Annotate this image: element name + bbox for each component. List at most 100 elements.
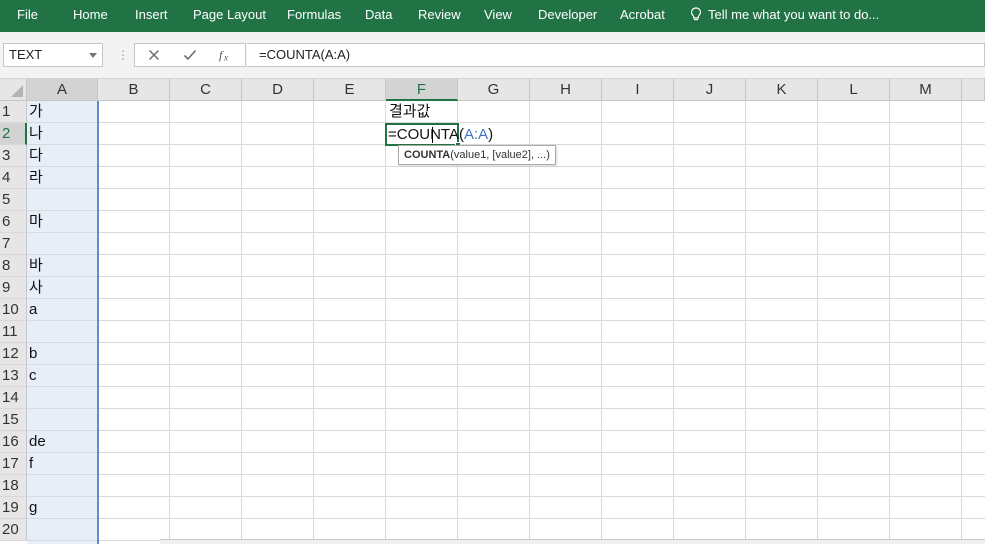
row-header-2[interactable]: 2 bbox=[0, 123, 27, 145]
cell-a12[interactable]: b bbox=[29, 343, 37, 365]
row-gridline bbox=[27, 386, 985, 387]
row-gridline bbox=[27, 364, 985, 365]
row-header-5[interactable]: 5 bbox=[0, 189, 27, 211]
formula-prefix: =COUNTA( bbox=[388, 126, 464, 143]
cell-a9[interactable]: 사 bbox=[29, 277, 43, 299]
row-header-11[interactable]: 11 bbox=[0, 321, 27, 343]
insert-function-button[interactable]: f x bbox=[211, 44, 241, 66]
horizontal-scrollbar[interactable] bbox=[160, 539, 985, 544]
column-gridline bbox=[745, 101, 746, 544]
cell-a3[interactable]: 다 bbox=[29, 145, 43, 167]
row-header-18[interactable]: 18 bbox=[0, 475, 27, 497]
row-header-15[interactable]: 15 bbox=[0, 409, 27, 431]
column-header-j[interactable]: J bbox=[674, 79, 746, 101]
cell-f1[interactable]: 결과값 bbox=[389, 101, 430, 123]
tab-review[interactable]: Review bbox=[418, 0, 461, 32]
name-box-value: TEXT bbox=[9, 47, 43, 62]
formula-bar: TEXT ⋮ f x =COUNTA(A:A) bbox=[0, 32, 985, 79]
column-gridline bbox=[241, 101, 242, 544]
row-header-10[interactable]: 10 bbox=[0, 299, 27, 321]
function-icon: f x bbox=[219, 48, 228, 62]
column-header-b[interactable]: B bbox=[98, 79, 170, 101]
formula-reference: A:A bbox=[463, 126, 489, 143]
row-header-8[interactable]: 8 bbox=[0, 255, 27, 277]
cell-a13[interactable]: c bbox=[29, 365, 37, 387]
column-header-a[interactable]: A bbox=[27, 79, 98, 101]
column-gridline bbox=[601, 101, 602, 544]
cell-edit-text[interactable]: =COUNTA(A:A) bbox=[388, 124, 493, 146]
column-header-g[interactable]: G bbox=[458, 79, 530, 101]
row-gridline bbox=[27, 210, 985, 211]
row-gridline bbox=[27, 408, 985, 409]
row-gridline bbox=[27, 122, 985, 123]
row-header-4[interactable]: 4 bbox=[0, 167, 27, 189]
row-header-12[interactable]: 12 bbox=[0, 343, 27, 365]
tab-home[interactable]: Home bbox=[73, 0, 108, 32]
tab-acrobat[interactable]: Acrobat bbox=[620, 0, 665, 32]
enter-button[interactable] bbox=[175, 44, 205, 66]
tab-view[interactable]: View bbox=[484, 0, 512, 32]
cancel-button[interactable] bbox=[139, 44, 169, 66]
cell-a4[interactable]: 라 bbox=[29, 167, 43, 189]
tab-data[interactable]: Data bbox=[365, 0, 392, 32]
row-header-17[interactable]: 17 bbox=[0, 453, 27, 475]
cell-a10[interactable]: a bbox=[29, 299, 37, 321]
row-header-3[interactable]: 3 bbox=[0, 145, 27, 167]
row-header-16[interactable]: 16 bbox=[0, 431, 27, 453]
column-header-d[interactable]: D bbox=[242, 79, 314, 101]
tab-page-layout[interactable]: Page Layout bbox=[193, 0, 266, 32]
formula-input[interactable]: =COUNTA(A:A) bbox=[247, 43, 985, 67]
column-header-filler bbox=[962, 79, 985, 101]
tell-me-box[interactable]: Tell me what you want to do... bbox=[690, 0, 879, 32]
row-gridline bbox=[27, 166, 985, 167]
row-gridline bbox=[27, 474, 985, 475]
row-header-19[interactable]: 19 bbox=[0, 497, 27, 519]
row-header-9[interactable]: 9 bbox=[0, 277, 27, 299]
row-gridline bbox=[27, 276, 985, 277]
column-header-h[interactable]: H bbox=[530, 79, 602, 101]
chevron-down-icon[interactable] bbox=[89, 53, 97, 58]
enter-icon bbox=[183, 49, 197, 61]
column-gridline bbox=[457, 101, 458, 544]
cell-a19[interactable]: g bbox=[29, 497, 37, 519]
cell-a8[interactable]: 바 bbox=[29, 255, 43, 277]
column-header-m[interactable]: M bbox=[890, 79, 962, 101]
formula-suffix: ) bbox=[488, 126, 494, 143]
worksheet-grid[interactable]: A B C D E F G H I J K L M 1 2 3 4 5 6 7 8 9 10 11 12 13 14 15 16 17 18… bbox=[0, 79, 985, 544]
tab-developer[interactable]: Developer bbox=[538, 0, 597, 32]
name-box[interactable]: TEXT bbox=[3, 43, 103, 67]
cell-a17[interactable]: f bbox=[29, 453, 33, 475]
row-header-14[interactable]: 14 bbox=[0, 387, 27, 409]
tab-formulas[interactable]: Formulas bbox=[287, 0, 341, 32]
tooltip-function-name[interactable]: COUNTA bbox=[404, 149, 450, 161]
cell-a2[interactable]: 나 bbox=[29, 123, 43, 145]
lightbulb-icon bbox=[690, 7, 702, 21]
row-header-6[interactable]: 6 bbox=[0, 211, 27, 233]
row-header-7[interactable]: 7 bbox=[0, 233, 27, 255]
row-gridline bbox=[27, 518, 985, 519]
column-header-c[interactable]: C bbox=[170, 79, 242, 101]
column-header-i[interactable]: I bbox=[602, 79, 674, 101]
column-a-selection-border bbox=[97, 101, 99, 544]
column-gridline bbox=[169, 101, 170, 544]
column-header-e[interactable]: E bbox=[314, 79, 386, 101]
column-gridline bbox=[889, 101, 890, 544]
cell-a1[interactable]: 가 bbox=[29, 101, 43, 123]
row-header-20[interactable]: 20 bbox=[0, 519, 27, 541]
column-header-l[interactable]: L bbox=[818, 79, 890, 101]
row-header-13[interactable]: 13 bbox=[0, 365, 27, 387]
select-all-icon bbox=[11, 85, 23, 97]
formula-buttons: f x bbox=[134, 43, 246, 67]
select-all-button[interactable] bbox=[0, 79, 27, 101]
cell-a6[interactable]: 마 bbox=[29, 211, 43, 233]
function-tooltip[interactable]: COUNTA(value1, [value2], ...) bbox=[398, 145, 556, 165]
cell-a16[interactable]: de bbox=[29, 431, 46, 453]
drag-handle-icon[interactable]: ⋮ bbox=[117, 46, 129, 64]
cancel-icon bbox=[148, 49, 160, 61]
column-header-f[interactable]: F bbox=[386, 79, 458, 101]
tab-insert[interactable]: Insert bbox=[135, 0, 168, 32]
tab-file[interactable]: File bbox=[17, 0, 38, 32]
row-gridline bbox=[27, 254, 985, 255]
row-header-1[interactable]: 1 bbox=[0, 101, 27, 123]
column-header-k[interactable]: K bbox=[746, 79, 818, 101]
